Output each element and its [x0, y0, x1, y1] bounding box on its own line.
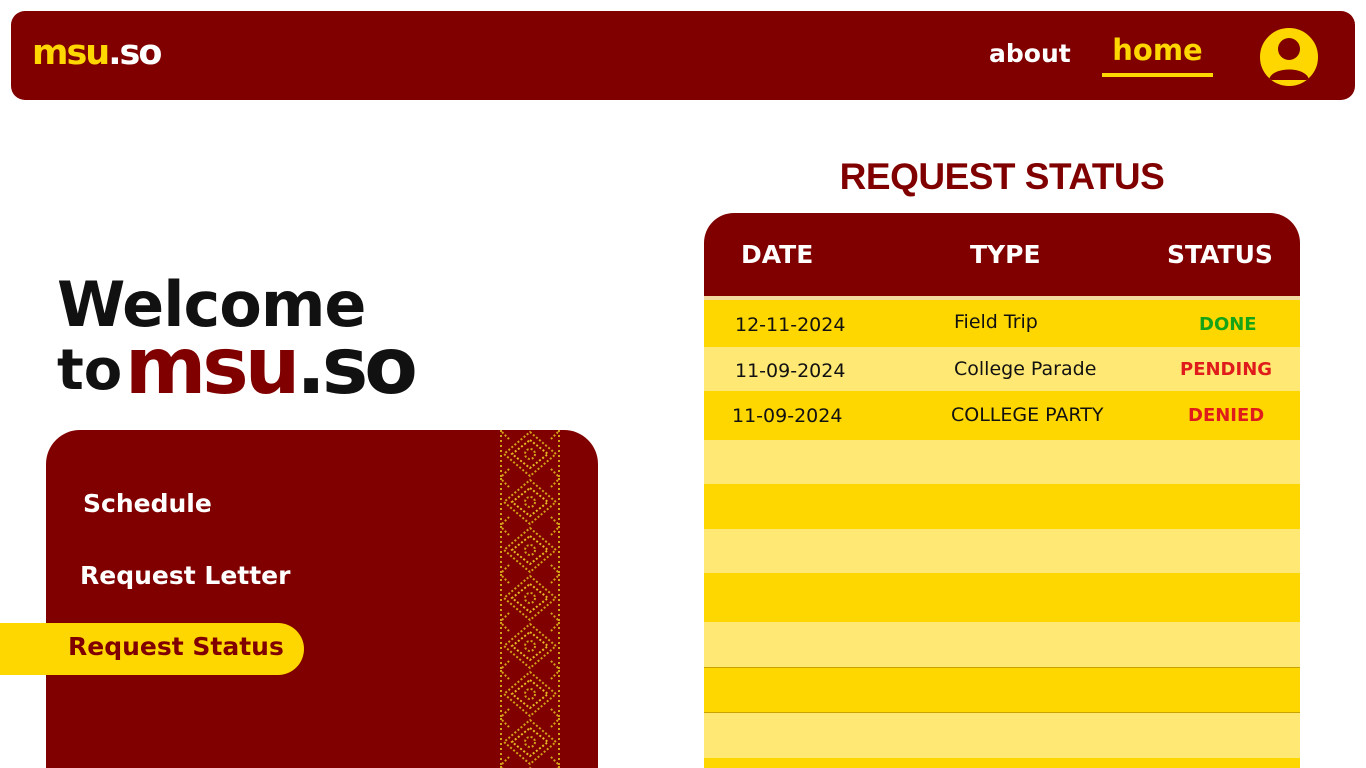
- menu-item-request-status-label: Request Status: [68, 632, 284, 661]
- nav-link-home[interactable]: home: [1102, 33, 1213, 77]
- table-row-empty: [704, 440, 1300, 484]
- welcome-brand-part1: msu: [125, 322, 300, 412]
- request-status-title: REQUEST STATUS: [839, 156, 1165, 197]
- table-row-empty: [704, 758, 1300, 768]
- welcome-brand: msu.so: [125, 322, 418, 412]
- logo[interactable]: msu.so: [32, 33, 162, 73]
- table-row-empty: [704, 484, 1300, 529]
- table-row-empty: [704, 713, 1300, 758]
- welcome-brand-part2: .so: [296, 322, 418, 412]
- cell-status: DONE: [1199, 314, 1257, 335]
- logo-part2: .so: [108, 33, 162, 73]
- cell-type: Field Trip: [954, 311, 1038, 333]
- nav-link-about[interactable]: about: [989, 39, 1071, 68]
- table-row[interactable]: 11-09-2024 College Parade PENDING: [704, 347, 1300, 391]
- table-row-empty: [704, 668, 1300, 713]
- table-row-empty: [704, 622, 1300, 668]
- column-header-type: TYPE: [970, 240, 1041, 269]
- column-header-date: DATE: [741, 240, 814, 269]
- table-header: DATE TYPE STATUS: [704, 213, 1300, 296]
- cell-type: COLLEGE PARTY: [951, 404, 1104, 426]
- user-avatar-icon[interactable]: [1258, 26, 1320, 88]
- cell-status: PENDING: [1180, 359, 1273, 380]
- table-row-empty: [704, 529, 1300, 573]
- table-row-empty: [704, 573, 1300, 622]
- cell-date: 11-09-2024: [732, 405, 843, 427]
- cell-date: 12-11-2024: [735, 314, 846, 336]
- cell-status: DENIED: [1188, 405, 1265, 426]
- menu-item-request-status[interactable]: Request Status: [0, 623, 304, 675]
- cell-type: College Parade: [954, 358, 1097, 380]
- navbar: msu.so about home: [11, 11, 1355, 100]
- column-header-status: STATUS: [1167, 240, 1273, 269]
- menu-item-request-letter[interactable]: Request Letter: [80, 561, 290, 590]
- menu-panel: [46, 430, 598, 768]
- cell-date: 11-09-2024: [735, 360, 846, 382]
- table-row[interactable]: 12-11-2024 Field Trip DONE: [704, 300, 1300, 347]
- table-row[interactable]: 11-09-2024 COLLEGE PARTY DENIED: [704, 391, 1300, 440]
- logo-part1: msu: [32, 33, 110, 73]
- decorative-pattern: [500, 430, 560, 768]
- welcome-to: to: [57, 338, 123, 403]
- request-status-table: DATE TYPE STATUS 12-11-2024 Field Trip D…: [704, 213, 1300, 768]
- menu-item-schedule[interactable]: Schedule: [83, 489, 212, 518]
